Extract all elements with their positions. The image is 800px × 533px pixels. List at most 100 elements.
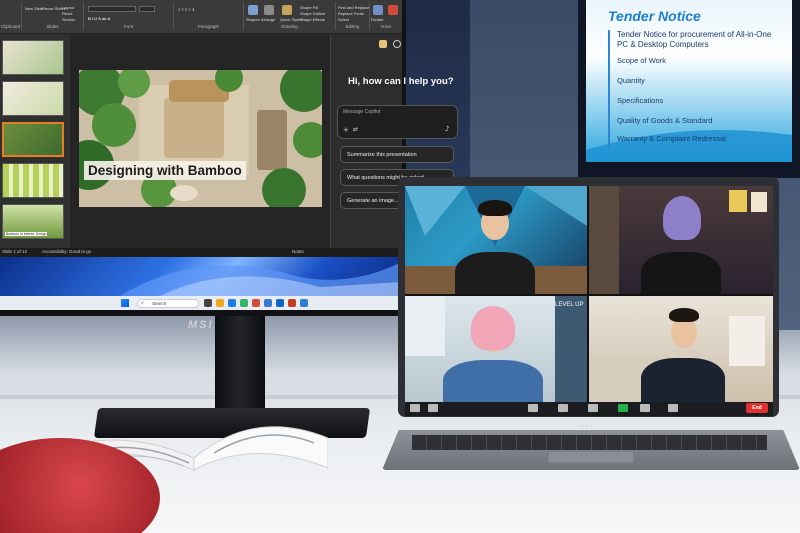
- edge-icon[interactable]: [240, 299, 248, 307]
- monitor-logo: MSI: [188, 319, 214, 331]
- slide-thumbnails-pane: Bamboo in Interior Design: [0, 34, 70, 248]
- font-format-buttons[interactable]: B I U S ab A: [88, 16, 111, 21]
- slide-thumbnail[interactable]: Bamboo in Interior Design: [2, 204, 64, 239]
- taskbar-search[interactable]: Search: [137, 299, 199, 308]
- slide-thumbnail[interactable]: [2, 163, 64, 198]
- room-sign: LEVEL UP: [555, 302, 583, 308]
- word-icon[interactable]: [300, 299, 308, 307]
- new-slide-button[interactable]: New Slide: [25, 6, 43, 11]
- ribbon: Clipboard New Slide Reuse Slides Layout …: [0, 0, 402, 34]
- status-bar: Slide 1 of 12 Accessibility: Good to go …: [0, 248, 402, 257]
- participant-hair: [663, 196, 701, 240]
- dictate-button[interactable]: Dictate: [371, 17, 383, 22]
- mute-icon[interactable]: [410, 404, 420, 412]
- poster-item: Quantity: [617, 76, 645, 85]
- copilot-home-icon[interactable]: [379, 40, 387, 48]
- shape-outline-button[interactable]: Shape Outline: [300, 11, 325, 16]
- find-replace-button[interactable]: Find and Replace: [338, 5, 369, 10]
- participant-body: [443, 360, 543, 402]
- desktop-wallpaper: [0, 257, 402, 296]
- participant-tile[interactable]: LEVEL UP: [405, 296, 587, 402]
- office-icon[interactable]: [252, 299, 260, 307]
- reset-button[interactable]: Reset: [62, 11, 72, 16]
- shape-fill-button[interactable]: Shape Fill: [300, 5, 318, 10]
- quick-styles-button[interactable]: Quick Styles: [280, 17, 302, 22]
- file-explorer-icon[interactable]: [216, 299, 224, 307]
- settings-slider-icon[interactable]: ⇄: [353, 126, 358, 133]
- microphone-icon[interactable]: ♪: [445, 125, 449, 133]
- slide-counter: Slide 1 of 12: [2, 249, 28, 254]
- start-button-icon[interactable]: [121, 299, 129, 307]
- end-call-button[interactable]: End: [746, 403, 768, 413]
- poster-item: Specifications: [617, 96, 664, 105]
- select-button[interactable]: Select: [338, 17, 349, 22]
- ribbon-group-font: B I U S ab A Font: [84, 2, 174, 30]
- font-size-box[interactable]: [139, 6, 155, 12]
- laptop-keyboard: [412, 435, 767, 450]
- participant-hair: [669, 308, 699, 322]
- video-call-window: LEVEL UP: [405, 186, 773, 402]
- dictate-icon[interactable]: [373, 5, 383, 15]
- reactions-icon[interactable]: [668, 404, 678, 412]
- slide-thumbnail-selected[interactable]: [2, 122, 64, 157]
- accessibility-status[interactable]: Accessibility: Good to go: [42, 249, 91, 254]
- add-ins-icon[interactable]: [388, 5, 398, 15]
- quick-styles-icon[interactable]: [282, 5, 292, 15]
- taskbar: [0, 296, 402, 310]
- outlook-icon[interactable]: [276, 299, 284, 307]
- participant-body: [455, 252, 535, 294]
- ribbon-group-clipboard: Clipboard: [0, 2, 22, 30]
- slide-thumbnail[interactable]: [2, 40, 64, 75]
- replace-fonts-button[interactable]: Replace Fonts: [338, 11, 364, 16]
- font-name-box[interactable]: [88, 6, 136, 12]
- copilot-taskbar-icon[interactable]: [228, 299, 236, 307]
- section-button[interactable]: Section: [62, 17, 75, 22]
- ribbon-group-editing: Find and Replace Replace Fonts Select Ed…: [336, 2, 370, 30]
- shapes-icon[interactable]: [248, 5, 258, 15]
- laptop-touchpad: [548, 451, 634, 463]
- security-icon[interactable]: [528, 404, 538, 412]
- arrange-button[interactable]: Arrange: [261, 17, 275, 22]
- participant-body: [641, 252, 721, 294]
- chat-icon[interactable]: [618, 404, 628, 412]
- paragraph-buttons[interactable]: ≡ ≡ ≡ ≡ ⇕: [178, 7, 195, 12]
- participant-hair: [478, 200, 512, 216]
- layout-button[interactable]: Layout: [62, 5, 74, 10]
- slide-canvas[interactable]: [79, 70, 322, 207]
- participant-body: [641, 358, 725, 402]
- monitor-stand: [215, 316, 265, 410]
- share-icon[interactable]: [588, 404, 598, 412]
- shapes-button[interactable]: Shapes: [246, 17, 260, 22]
- participants-icon[interactable]: [558, 404, 568, 412]
- add-attachment-icon[interactable]: +: [343, 126, 349, 134]
- copilot-input-placeholder: Message Copilot: [343, 109, 381, 115]
- record-icon[interactable]: [640, 404, 650, 412]
- thumbnail-caption: Bamboo in Interior Design: [5, 232, 48, 236]
- ribbon-group-paragraph: ≡ ≡ ≡ ≡ ⇕ Paragraph: [174, 2, 244, 30]
- store-icon[interactable]: [264, 299, 272, 307]
- laptop-logo: msi: [577, 422, 594, 431]
- poster-title: Tender Notice: [608, 8, 701, 24]
- copilot-pane: ⋯ ✕: [330, 34, 402, 248]
- search-icon: ⌕: [141, 300, 144, 306]
- copilot-suggestion[interactable]: Summarize this presentation: [340, 146, 454, 163]
- task-view-icon[interactable]: [204, 299, 212, 307]
- copilot-greeting: Hi, how can I help you?: [348, 76, 454, 87]
- arrange-icon[interactable]: [264, 5, 274, 15]
- poster-item: Scope of Work: [617, 56, 667, 65]
- shape-effects-button[interactable]: Shape Effects: [300, 17, 325, 22]
- scene: Tender Notice Tender Notice for procurem…: [0, 0, 800, 533]
- poster-subtitle: Tender Notice for procurement of All-in-…: [617, 30, 772, 49]
- participant-tile[interactable]: [589, 186, 773, 294]
- copilot-history-icon[interactable]: [393, 40, 401, 48]
- ribbon-group-slides: New Slide Reuse Slides Layout Reset Sect…: [22, 2, 84, 30]
- stop-video-icon[interactable]: [428, 404, 438, 412]
- poster-divider: [608, 30, 610, 148]
- slide-title[interactable]: Designing with Bamboo: [84, 161, 246, 180]
- slide-thumbnail[interactable]: [2, 81, 64, 116]
- poster-item: Quality of Goods & Standard: [617, 116, 713, 125]
- participant-tile[interactable]: [405, 186, 587, 294]
- participant-tile[interactable]: [589, 296, 773, 402]
- powerpoint-icon[interactable]: [288, 299, 296, 307]
- notes-button[interactable]: Notes: [292, 249, 304, 254]
